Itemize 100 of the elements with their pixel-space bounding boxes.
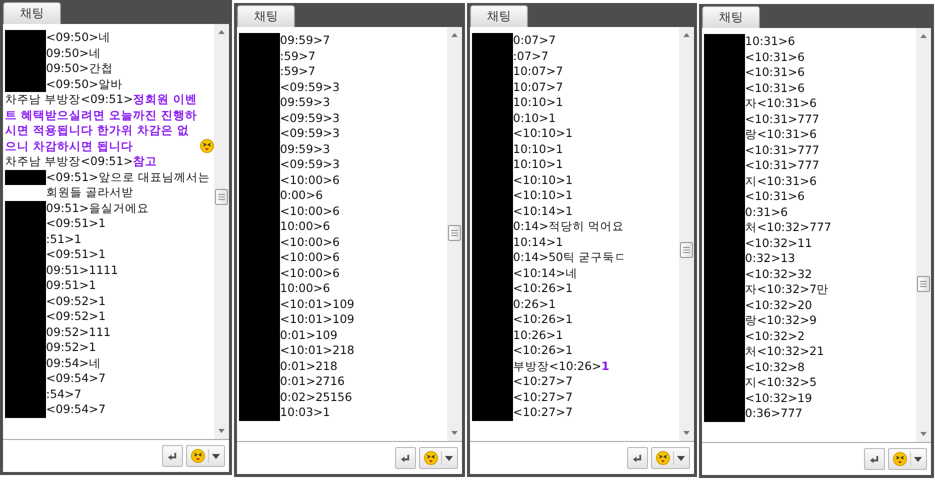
emoticon-dropdown-button[interactable] [651, 447, 690, 469]
chat-message: <10:26>1 [513, 343, 573, 358]
caret-icon [212, 454, 220, 458]
chat-message: 0:01>109 [280, 328, 338, 343]
enter-button[interactable] [627, 447, 648, 469]
chat-message: <10:10>1 [513, 188, 573, 204]
chat-message: <10:31>777 [745, 158, 820, 174]
chat-message: 0:26>1 [513, 296, 556, 312]
chat-message: 랑<10:31>6 [745, 127, 817, 142]
chat-message: 0:32>13 [745, 251, 796, 266]
chat-message: <10:26>1 [513, 281, 573, 296]
scrollbar[interactable] [916, 28, 931, 442]
chat-message: 09:51>1 [46, 278, 96, 294]
chat-message: 09:51>1111 [46, 262, 118, 278]
scroll-down-icon[interactable] [451, 431, 458, 435]
chat-message: 09:51>을실거에요 [46, 200, 149, 216]
enter-button[interactable] [864, 448, 885, 470]
scroll-down-icon[interactable] [683, 431, 690, 435]
emoticon-icon [656, 450, 670, 466]
chat-message: 10:00>6 [280, 281, 330, 296]
redaction-bar [239, 33, 280, 48]
chat-message: :54>7 [46, 386, 82, 402]
chat-tab[interactable]: 채팅 [237, 5, 295, 27]
chat-message: 0:36>777 [745, 406, 802, 422]
chat-message: <10:27>7 [513, 374, 573, 390]
chat-message: 0:14>50틱 굳구둑ㄷ [513, 250, 627, 266]
chat-message: <10:31>6 [745, 80, 805, 96]
scroll-thumb[interactable] [215, 189, 228, 205]
redaction-bar [704, 406, 745, 422]
caret-icon [445, 456, 453, 460]
scroll-thumb[interactable] [680, 242, 693, 258]
scroll-thumb[interactable] [917, 276, 930, 292]
emoticon-icon [424, 450, 438, 466]
caret-icon [677, 456, 685, 460]
chat-message: 0:01>2716 [280, 374, 345, 390]
chat-message: <09:51>1 [46, 216, 106, 232]
chat-message: 10:10>1 [513, 95, 564, 110]
chat-message: 10:26>1 [513, 328, 564, 343]
chat-message: 0:10>1 [513, 110, 556, 126]
chat-message: <09:59>3 [280, 126, 340, 142]
scroll-down-icon[interactable] [920, 432, 927, 436]
chat-message: 09:54>네 [46, 356, 101, 371]
chat-message: <09:59>3 [280, 80, 340, 95]
chat-message: <09:59>3 [280, 157, 340, 172]
chat-message: 10:03>1 [280, 405, 330, 420]
chat-message: <10:26>1 [513, 312, 573, 328]
scrollbar[interactable] [214, 24, 229, 439]
chat-message: 09:52>1 [46, 340, 96, 356]
chat-message: <10:00>6 [280, 172, 340, 188]
enter-icon [400, 452, 411, 464]
chat-message: <09:54>7 [46, 371, 106, 386]
chat-message: 10:00>6 [280, 219, 330, 234]
scroll-down-icon[interactable] [218, 429, 225, 433]
enter-button[interactable] [162, 445, 183, 467]
chat-message: 자<10:31>6 [745, 96, 817, 112]
chat-message: <10:14>네 [513, 266, 578, 281]
chat-message: 09:50>간첩 [46, 61, 113, 76]
chat-tab[interactable]: 채팅 [3, 2, 61, 24]
scroll-up-icon[interactable] [451, 33, 458, 37]
chat-message: <09:52>1 [46, 294, 106, 309]
scroll-up-icon[interactable] [920, 34, 927, 38]
chat-message: 10:10>1 [513, 142, 564, 157]
chat-message: <10:27>7 [513, 405, 573, 420]
chat-message: 09:50>네 [46, 46, 101, 61]
enter-icon [869, 454, 880, 464]
emoticon-icon [893, 450, 907, 466]
emoticon-dropdown-button[interactable] [419, 447, 458, 469]
chat-message: 09:52>111 [46, 324, 111, 340]
chat-tab[interactable]: 채팅 [702, 6, 760, 28]
scroll-up-icon[interactable] [218, 30, 225, 34]
emoticon-dropdown-button[interactable] [186, 445, 225, 467]
caret-icon [914, 456, 922, 462]
chat-message: :51>1 [46, 232, 82, 247]
scrollbar[interactable] [447, 27, 462, 441]
chat-message: <10:32>20 [745, 298, 812, 313]
chat-message: 자<10:32>7만 [745, 282, 829, 298]
emoticon-icon [191, 448, 205, 464]
chat-message: <10:32>11 [745, 236, 812, 251]
emoticon-dropdown-button[interactable] [888, 448, 927, 470]
scroll-up-icon[interactable] [683, 33, 690, 37]
chat-message: 차주남 부방장<09:51>정회원 이벤트 혜택받으실려면 오늘까진 진행하시면 적용됩니다 한가위 차감은 없으니 차감하시면 됩니다 [5, 92, 198, 154]
chat-message: <09:51>1 [46, 247, 106, 262]
chat-message: 0:01>218 [280, 358, 338, 374]
redaction-bar [5, 200, 46, 216]
chat-message: 지<10:32>5 [745, 375, 817, 390]
redaction-bar [5, 402, 46, 418]
chat-message: 처<10:32>777 [745, 220, 832, 236]
chat-message: <10:01>109 [280, 312, 354, 328]
chat-message: <09:54>7 [46, 402, 106, 418]
enter-button[interactable] [395, 447, 416, 469]
chat-message: <10:32>32 [745, 266, 812, 282]
chat-message: 랑<10:32>9 [745, 313, 817, 328]
chat-message: <10:32>2 [745, 328, 805, 344]
redaction-bar [5, 30, 46, 46]
chat-message: 09:59>3 [280, 95, 330, 110]
chat-message: 지<10:31>6 [745, 174, 817, 189]
chat-message: <09:52>1 [46, 309, 106, 324]
scroll-thumb[interactable] [448, 225, 461, 241]
chat-tab[interactable]: 채팅 [470, 5, 528, 27]
scrollbar[interactable] [679, 27, 694, 441]
